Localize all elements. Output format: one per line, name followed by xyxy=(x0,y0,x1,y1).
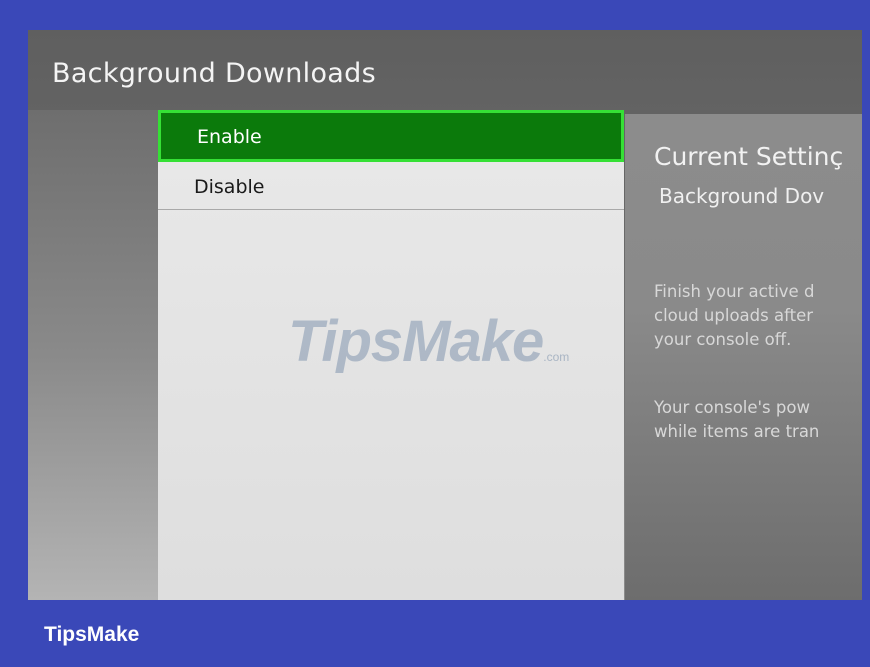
watermark-text: TipsMake xyxy=(288,309,544,374)
info-line: Your console's pow xyxy=(654,398,810,417)
info-description: Finish your active d cloud uploads after… xyxy=(654,280,814,352)
left-background-shade xyxy=(28,110,158,600)
info-line: cloud uploads after xyxy=(654,306,813,325)
console-screen: Background Downloads Enable Disable Curr… xyxy=(28,30,862,600)
info-subheading: Background Dov xyxy=(659,184,825,208)
option-enable[interactable]: Enable xyxy=(158,110,624,162)
info-note: Your console's pow while items are tran xyxy=(654,396,819,444)
info-line: while items are tran xyxy=(654,422,820,441)
info-line: your console off. xyxy=(654,330,792,349)
info-panel: Current Settinç Background Dov Finish yo… xyxy=(625,114,862,600)
info-heading: Current Settinç xyxy=(654,142,844,171)
watermark-suffix: .com xyxy=(543,350,570,364)
brand-label: TipsMake xyxy=(44,623,140,646)
info-line: Finish your active d xyxy=(654,282,815,301)
watermark-logo: TipsMake.com xyxy=(288,308,569,375)
option-disable[interactable]: Disable xyxy=(158,164,624,210)
page-title: Background Downloads xyxy=(52,58,376,89)
